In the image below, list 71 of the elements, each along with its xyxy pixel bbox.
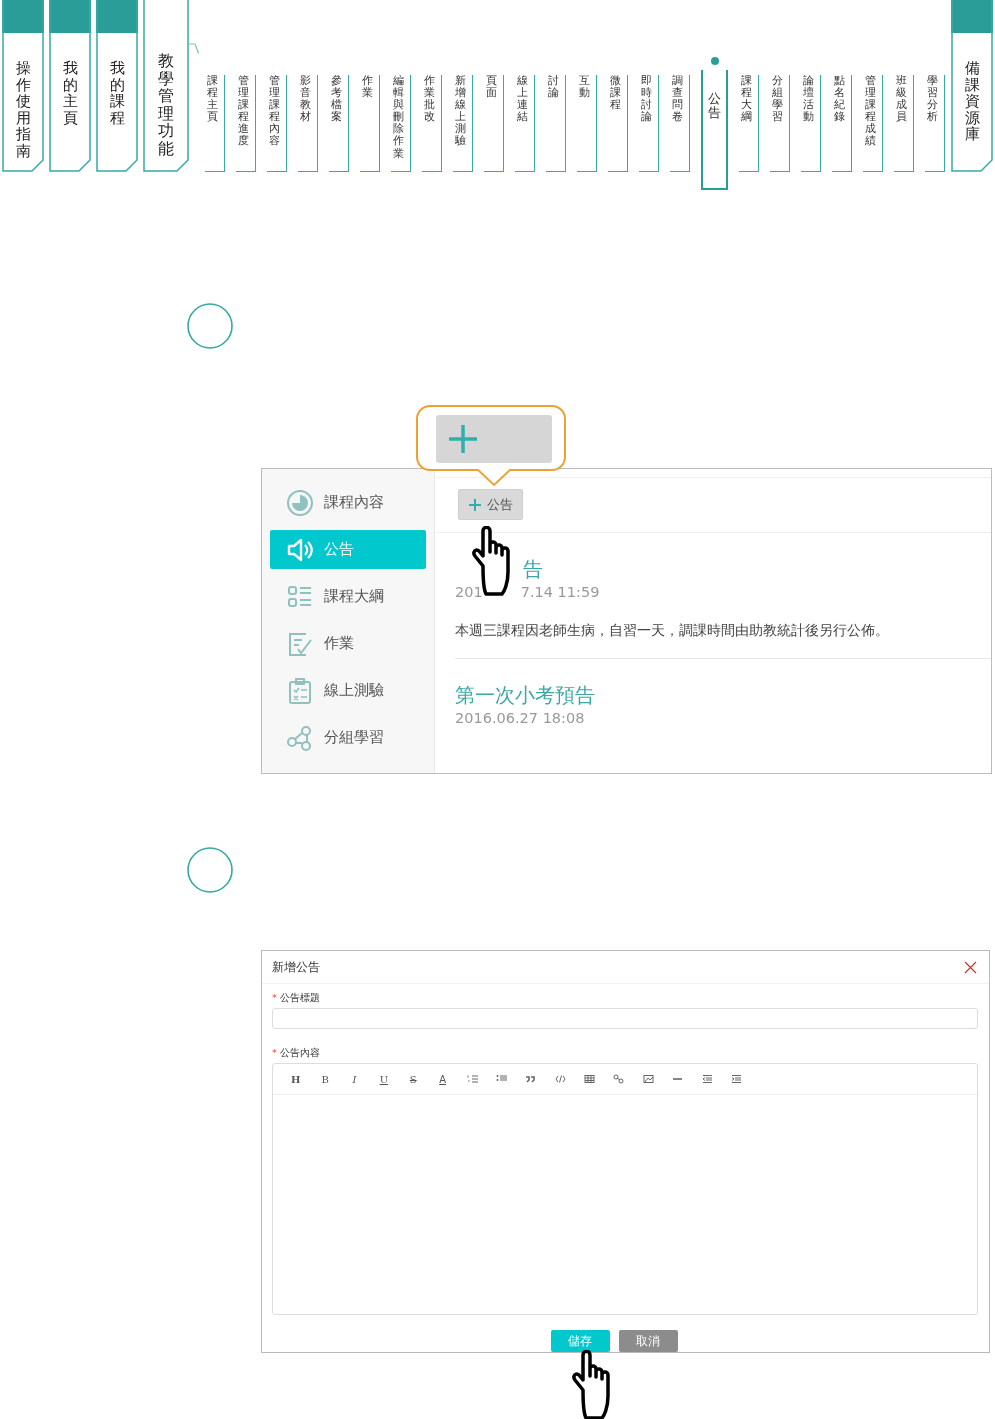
- underline-button[interactable]: U: [369, 1069, 399, 1089]
- bullet-list-icon: [495, 1074, 507, 1084]
- field-label: 公告內容: [279, 1047, 320, 1060]
- quote-icon: [525, 1074, 537, 1084]
- section-tab[interactable]: 作業批改: [422, 75, 442, 172]
- add-announcement-button[interactable]: 公告: [458, 489, 523, 520]
- italic-button[interactable]: I: [339, 1069, 370, 1089]
- section-tab[interactable]: 管理課程進度: [236, 75, 256, 172]
- step-circle-icon: [186, 846, 234, 894]
- section-tab[interactable]: 討論: [546, 75, 566, 172]
- required-mark: *: [272, 1047, 277, 1060]
- section-tab[interactable]: 調查問卷: [670, 75, 690, 172]
- section-tab[interactable]: 線上連結: [515, 75, 535, 172]
- section-tab[interactable]: 頁面: [484, 75, 504, 172]
- section-tab[interactable]: 我的課程: [96, 0, 138, 172]
- progress-circle-icon: [286, 488, 314, 517]
- section-tab[interactable]: 影音教材: [298, 75, 318, 172]
- section-tab[interactable]: 我的主頁: [49, 0, 91, 172]
- heading-button[interactable]: H: [281, 1069, 311, 1089]
- sidebar-item[interactable]: 課程大綱: [270, 577, 426, 616]
- link-icon: [613, 1074, 625, 1084]
- indent-icon: [731, 1074, 743, 1084]
- post-date: 2016.06.27 18:08: [455, 709, 586, 728]
- required-mark: *: [272, 992, 277, 1005]
- step-circle-icon: [186, 302, 234, 350]
- plus-icon: [446, 422, 480, 456]
- section-tab[interactable]: 教學管理功能: [143, 0, 189, 172]
- section-tab[interactable]: 作業: [360, 75, 380, 172]
- close-button[interactable]: [964, 960, 977, 974]
- section-tab[interactable]: 新增線上測驗: [453, 75, 473, 172]
- color-button[interactable]: A: [427, 1069, 458, 1089]
- bold-button[interactable]: B: [310, 1069, 340, 1089]
- close-icon: [964, 960, 977, 974]
- sidebar-item[interactable]: 線上測驗: [270, 671, 426, 710]
- post-date: 7.14 11:59: [520, 583, 600, 602]
- sidebar-item[interactable]: 分組學習: [270, 718, 426, 757]
- bracket-line: [189, 43, 199, 54]
- section-tab[interactable]: 微課程: [608, 75, 628, 172]
- section-tab[interactable]: 論壇活動: [801, 75, 821, 172]
- section-tab[interactable]: 備課資源庫: [951, 0, 993, 172]
- section-tab[interactable]: 管理課程成績: [863, 75, 883, 172]
- post-text: 本週三課程因老師生病，自習一天，調課時間由助教統計後另行公佈。: [455, 622, 890, 640]
- section-tab[interactable]: 參考檔案: [329, 75, 349, 172]
- section-tab[interactable]: 課程主頁: [205, 75, 225, 172]
- dialog-title: 新增公告: [272, 959, 320, 975]
- nodes-icon: [286, 723, 314, 752]
- section-tab[interactable]: 分組學習: [770, 75, 790, 172]
- sidebar-item[interactable]: 課程內容: [270, 483, 426, 522]
- field-label: 公告標題: [279, 992, 320, 1005]
- section-tab[interactable]: 操作使用指南: [2, 0, 44, 172]
- section-tab[interactable]: 管理課程內容: [267, 75, 287, 172]
- clipboard-icon: [286, 676, 314, 705]
- content-editor-field[interactable]: H B I U S A: [272, 1063, 978, 1315]
- section-tab[interactable]: 即時討論: [639, 75, 659, 172]
- sidebar-item[interactable]: 作業: [270, 624, 426, 663]
- section-tab[interactable]: 班級成員: [894, 75, 914, 172]
- title-input-field[interactable]: [272, 1008, 978, 1029]
- current-dot-icon: [710, 57, 719, 65]
- outdent-icon: [701, 1074, 713, 1084]
- table-icon: [584, 1074, 596, 1084]
- code-icon: [554, 1074, 566, 1084]
- numbered-list-icon: [466, 1074, 478, 1084]
- section-tab[interactable]: 編輯與刪除作業: [391, 75, 411, 172]
- section-tab[interactable]: 課程大綱: [739, 75, 759, 172]
- plus-icon: [468, 497, 482, 512]
- strike-button[interactable]: S: [398, 1069, 428, 1089]
- post-date: 201: [455, 583, 483, 602]
- image-icon: [642, 1074, 654, 1084]
- section-tab[interactable]: 點名紀錄: [832, 75, 852, 172]
- section-tab[interactable]: 學習分析: [925, 75, 945, 172]
- section-tab[interactable]: 互動: [577, 75, 597, 172]
